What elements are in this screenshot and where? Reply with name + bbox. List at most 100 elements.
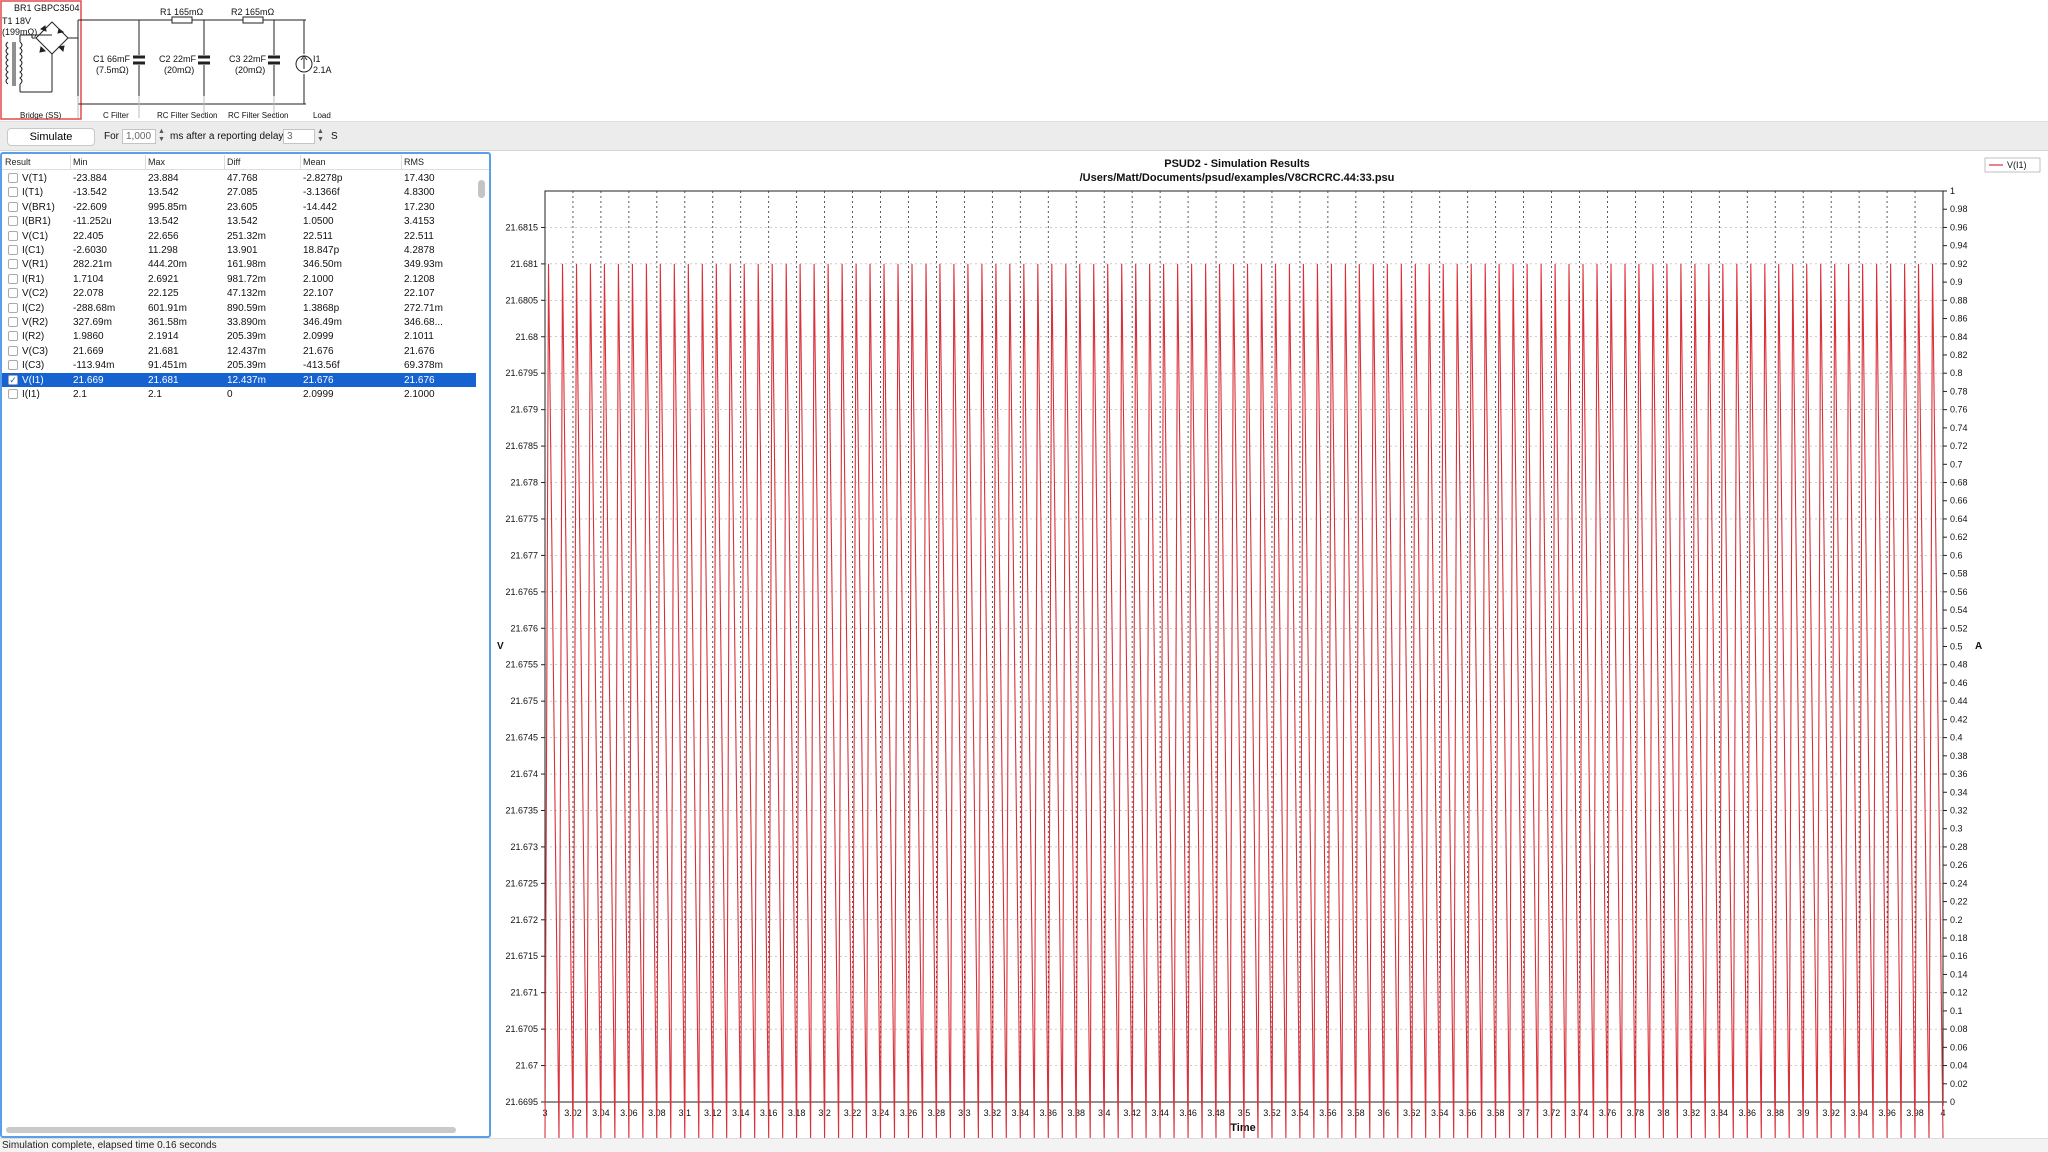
row-checkbox[interactable] [8,317,18,327]
table-row[interactable]: I(T1) -13.542 13.542 27.085 -3.1366f 4.8300 [2,185,476,199]
y2-tick-label: 0.38 [1950,751,1968,761]
y-tick-label: 21.681 [510,259,538,269]
table-row[interactable]: V(C3) 21.669 21.681 12.437m 21.676 21.676 [2,344,476,358]
y2-tick-label: 0.44 [1950,696,1968,706]
row-checkbox[interactable]: ✓ [8,374,18,385]
y-tick-label: 21.6785 [505,441,538,451]
cell-diff: 47.132m [227,288,266,300]
cell-mean: 22.511 [303,230,333,242]
y2-tick-label: 0.42 [1950,714,1968,724]
table-row[interactable]: I(R2) 1.9860 2.1914 205.39m 2.0999 2.1011 [2,329,476,343]
horizontal-scrollbar[interactable] [6,1127,456,1133]
y-tick-label: 21.676 [510,623,538,633]
row-checkbox[interactable] [8,345,18,356]
header-mean[interactable]: Mean [303,157,326,167]
row-checkbox[interactable] [8,259,18,270]
cell-rms: 272.71m [404,302,443,314]
y2-tick-label: 0.6 [1950,550,1963,560]
header-result[interactable]: Result [5,157,31,167]
y2-tick-label: 1 [1950,186,1955,196]
y-tick-label: 21.677 [510,550,538,560]
schematic-diagram: BR1 GBPC3504 T1 18V (199mΩ) R1 165mΩ R2 … [0,0,332,120]
cell-min: 282.21m [73,259,112,271]
row-checkbox[interactable] [8,187,18,198]
results-table[interactable]: Result Min Max Diff Mean RMS V(T1) -23.88… [0,152,491,1138]
row-checkbox[interactable] [8,230,18,241]
row-checkbox[interactable] [8,273,18,284]
table-row[interactable]: V(C2) 22.078 22.125 47.132m 22.107 22.107 [2,286,476,300]
y2-tick-label: 0.9 [1950,277,1963,287]
table-row[interactable]: I(C2) -288.68m 601.91m 890.59m 1.3868p 272.71… [2,301,476,315]
y-tick-label: 21.672 [510,915,538,925]
cell-diff: 23.605 [227,201,258,213]
duration-stepper[interactable]: ▲ ▼ [157,128,166,145]
header-diff[interactable]: Diff [227,157,240,167]
y-tick-label: 21.6815 [505,222,538,232]
section-label-rc2: RC Filter Section [228,111,288,120]
cell-name: I(BR1) [22,216,51,228]
cell-rms: 22.107 [404,288,435,300]
y-tick-label: 21.679 [510,405,538,415]
y2-tick-label: 0.64 [1950,514,1968,524]
cell-min: -23.884 [73,173,107,184]
cell-rms: 69.378m [404,360,443,372]
y2-tick-label: 0.58 [1950,569,1968,579]
row-checkbox[interactable] [8,331,18,342]
cell-min: -11.252u [73,216,112,228]
cell-min: 22.078 [73,288,104,300]
row-checkbox[interactable] [8,216,18,227]
r1-label: R1 165mΩ [160,7,204,17]
header-max[interactable]: Max [148,157,165,167]
table-row[interactable]: V(R1) 282.21m 444.20m 161.98m 346.50m 349.93m [2,257,476,271]
simulate-button[interactable]: Simulate [7,128,95,146]
table-row[interactable]: V(C1) 22.405 22.656 251.32m 22.511 22.511 [2,229,476,243]
row-checkbox[interactable] [8,360,18,371]
row-checkbox[interactable] [8,288,18,299]
bridge-label: BR1 GBPC3504 [14,3,80,13]
y2-tick-label: 0.18 [1950,933,1968,943]
y2-tick-label: 0.92 [1950,259,1968,269]
table-row[interactable]: ✓ V(I1) 21.669 21.681 12.437m 21.676 21.676 [2,372,476,387]
table-row[interactable]: I(BR1) -11.252u 13.542 13.542 1.0500 3.4153 [2,214,476,228]
table-row[interactable]: V(R2) 327.69m 361.58m 33.890m 346.49m 346.68.… [2,315,476,329]
simulation-chart[interactable]: PSUD2 - Simulation Results /Users/Matt/D… [493,152,2048,1138]
cell-name: V(I1) [22,374,44,386]
cell-min: 21.669 [73,345,104,357]
cell-min: 2.1 [73,389,87,400]
table-row[interactable]: V(T1) -23.884 23.884 47.768 -2.8278p 17.430 [2,171,476,185]
y2-tick-label: 0.54 [1950,605,1968,615]
cell-diff: 47.768 [227,173,258,184]
row-checkbox[interactable] [8,302,18,313]
delay-input[interactable]: 3 [283,129,315,144]
cell-rms: 21.676 [404,374,435,386]
cell-name: I(C2) [22,302,45,314]
table-row[interactable]: V(BR1) -22.609 995.85m 23.605 -14.442 17.230 [2,200,476,214]
cell-mean: -3.1366f [303,187,340,199]
row-checkbox[interactable] [8,389,18,399]
header-rms[interactable]: RMS [404,157,424,167]
table-row[interactable]: I(I1) 2.1 2.1 0 2.0999 2.1000 [2,387,476,401]
cell-mean: -14.442 [303,201,337,213]
circuit-schematic[interactable]: BR1 GBPC3504 T1 18V (199mΩ) R1 165mΩ R2 … [0,0,2048,121]
cell-max: 22.656 [148,230,179,242]
y-tick-label: 21.6745 [505,733,538,743]
cell-mean: 1.0500 [303,216,334,228]
cell-rms: 4.2878 [404,245,435,256]
cell-max: 2.1 [148,389,162,400]
cell-mean: 346.49m [303,317,342,328]
table-row[interactable]: I(C3) -113.94m 91.451m 205.39m -413.56f 69.37… [2,358,476,372]
duration-input[interactable]: 1,000 [122,129,156,144]
row-checkbox[interactable] [8,173,18,183]
row-checkbox[interactable] [8,245,18,255]
cell-max: 361.58m [148,317,187,328]
header-min[interactable]: Min [73,157,88,167]
y2-axis-label: A [1975,641,1982,652]
y2-tick-label: 0.06 [1950,1042,1968,1052]
table-row[interactable]: I(R1) 1.7104 2.6921 981.72m 2.1000 2.1208 [2,272,476,286]
cell-name: V(R2) [22,317,49,328]
table-row[interactable]: I(C1) -2.6030 11.298 13.901 18.847p 4.2878 [2,243,476,257]
cell-name: I(T1) [22,187,44,199]
delay-stepper[interactable]: ▲ ▼ [316,128,325,145]
row-checkbox[interactable] [8,201,18,212]
vertical-scrollbar[interactable] [478,180,485,198]
